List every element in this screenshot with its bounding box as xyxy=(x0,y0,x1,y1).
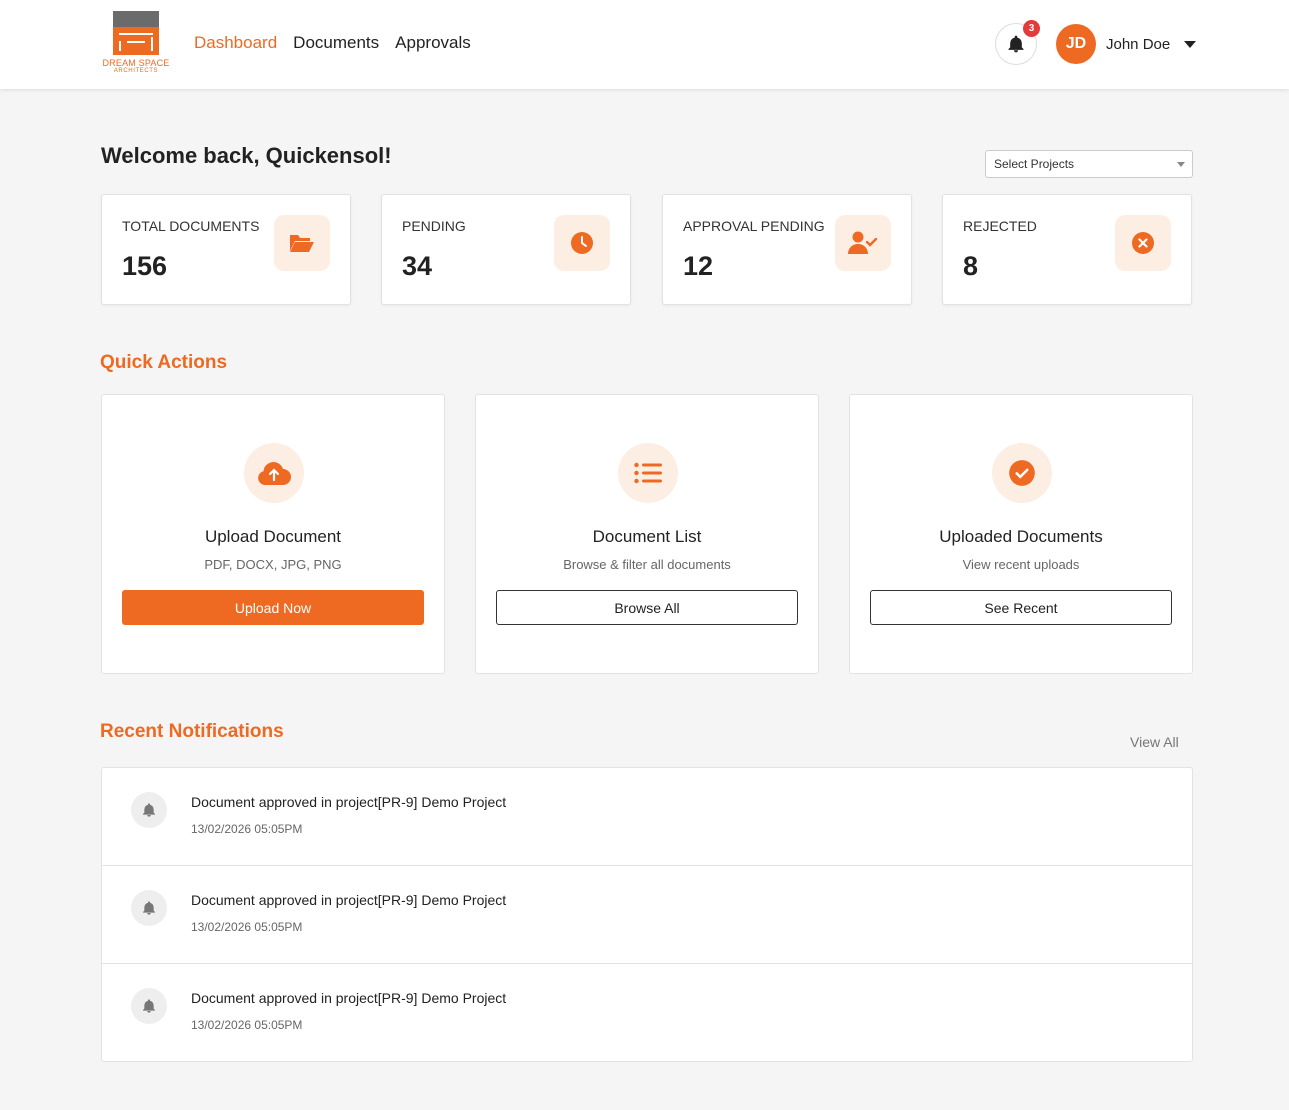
folder-open-icon xyxy=(274,215,330,271)
nav-documents[interactable]: Documents xyxy=(293,33,379,53)
stat-card-approval-pending: APPROVAL PENDING 12 xyxy=(662,194,912,305)
x-circle-icon xyxy=(1115,215,1171,271)
user-check-icon xyxy=(835,215,891,271)
stat-label: TOTAL DOCUMENTS xyxy=(122,218,260,234)
notification-count-badge: 3 xyxy=(1023,20,1040,37)
stat-value: 12 xyxy=(683,251,714,281)
nav-dashboard[interactable]: Dashboard xyxy=(194,33,277,53)
user-menu[interactable]: JD John Doe xyxy=(1056,24,1197,64)
recent-notifications-title: Recent Notifications xyxy=(100,721,284,742)
cloud-upload-icon xyxy=(244,443,304,503)
notification-list: Document approved in project[PR-9] Demo … xyxy=(101,767,1193,1062)
notification-message: Document approved in project[PR-9] Demo … xyxy=(191,990,507,1006)
card-title: Uploaded Documents xyxy=(939,527,1103,546)
notification-item[interactable]: Document approved in project[PR-9] Demo … xyxy=(102,866,1192,964)
card-description: PDF, DOCX, JPG, PNG xyxy=(204,557,342,572)
notification-message: Document approved in project[PR-9] Demo … xyxy=(191,892,507,908)
card-title: Document List xyxy=(592,527,702,546)
stat-label: PENDING xyxy=(402,218,466,234)
bell-icon xyxy=(131,988,167,1024)
clock-icon xyxy=(554,215,610,271)
card-description: View recent uploads xyxy=(962,557,1080,572)
check-circle-icon xyxy=(992,443,1052,503)
see-recent-button[interactable]: See Recent xyxy=(870,590,1172,625)
bell-icon xyxy=(1008,35,1024,53)
nav-approvals[interactable]: Approvals xyxy=(395,33,471,53)
list-icon xyxy=(618,443,678,503)
bell-icon xyxy=(131,792,167,828)
stat-value: 156 xyxy=(122,251,168,281)
notification-message: Document approved in project[PR-9] Demo … xyxy=(191,794,507,810)
notification-time: 13/02/2026 05:05PM xyxy=(191,920,303,934)
logo-mark xyxy=(113,11,159,55)
top-bar: DREAM SPACE ARCHITECTS Dashboard Documen… xyxy=(0,0,1289,89)
stat-value: 34 xyxy=(402,251,433,281)
notifications-button[interactable]: 3 xyxy=(995,20,1040,65)
notification-item[interactable]: Document approved in project[PR-9] Demo … xyxy=(102,768,1192,866)
notification-time: 13/02/2026 05:05PM xyxy=(191,822,303,836)
user-name: John Doe xyxy=(1106,35,1171,53)
page-title: Welcome back, Quickensol! xyxy=(101,143,392,168)
stat-label: APPROVAL PENDING xyxy=(683,218,825,234)
project-select-value: Select Projects xyxy=(994,157,1075,171)
upload-now-button[interactable]: Upload Now xyxy=(122,590,424,625)
card-title: Upload Document xyxy=(204,527,342,546)
view-all-link[interactable]: View All xyxy=(1130,734,1179,750)
notification-item[interactable]: Document approved in project[PR-9] Demo … xyxy=(102,964,1192,1062)
bell-icon xyxy=(131,890,167,926)
stat-card-pending: PENDING 34 xyxy=(381,194,631,305)
quick-action-document-list: Document List Browse & filter all docume… xyxy=(475,394,819,674)
brand-name: DREAM SPACE xyxy=(102,58,170,68)
quick-actions-title: Quick Actions xyxy=(100,352,228,373)
brand-subtitle: ARCHITECTS xyxy=(113,68,159,74)
card-description: Browse & filter all documents xyxy=(563,557,731,572)
quick-action-upload-document: Upload Document PDF, DOCX, JPG, PNG Uplo… xyxy=(101,394,445,674)
quick-action-uploaded-documents: Uploaded Documents View recent uploads S… xyxy=(849,394,1193,674)
avatar: JD xyxy=(1056,24,1096,64)
main-nav: Dashboard Documents Approvals xyxy=(194,33,471,53)
project-select[interactable]: Select Projects xyxy=(985,150,1193,178)
notification-time: 13/02/2026 05:05PM xyxy=(191,1018,303,1032)
stat-label: REJECTED xyxy=(963,218,1037,234)
stat-card-total-documents: TOTAL DOCUMENTS 156 xyxy=(101,194,351,305)
dropdown-arrow-icon xyxy=(1177,162,1185,167)
browse-all-button[interactable]: Browse All xyxy=(496,590,798,625)
stat-value: 8 xyxy=(963,251,979,281)
brand-logo[interactable]: DREAM SPACE ARCHITECTS xyxy=(100,11,172,79)
chevron-down-icon xyxy=(1184,40,1197,48)
stat-card-rejected: REJECTED 8 xyxy=(942,194,1192,305)
